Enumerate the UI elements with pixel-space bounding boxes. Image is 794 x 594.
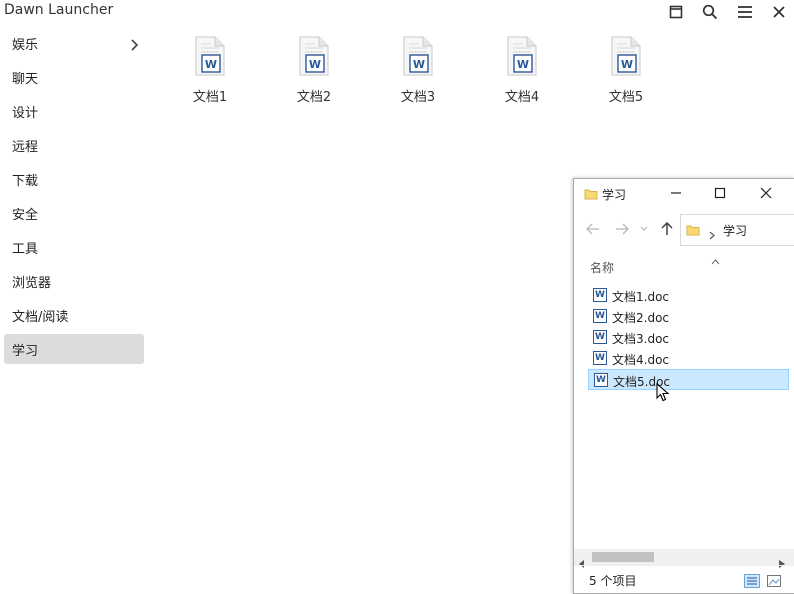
forward-button[interactable]: [614, 221, 630, 237]
arrow-left-icon: [586, 223, 599, 235]
arrow-right-icon: [616, 223, 629, 235]
sidebar-item-label: 安全: [12, 208, 39, 223]
svg-text:W: W: [413, 58, 425, 71]
file-label: 文档4: [504, 90, 540, 105]
sidebar-item-label: 聊天: [12, 72, 39, 87]
minimize-icon: [671, 192, 681, 194]
close-icon: [760, 187, 772, 199]
file-name: 文档2.doc: [612, 311, 670, 325]
word-document-icon: W: [195, 36, 225, 76]
chevron-right-icon: [130, 36, 139, 55]
word-document-icon: W: [594, 373, 608, 387]
sidebar-item-label: 设计: [12, 106, 39, 121]
word-document-icon: W: [403, 36, 433, 76]
word-document-icon: W: [593, 309, 607, 323]
maximize-button[interactable]: [666, 2, 686, 22]
sidebar-item-label: 文档/阅读: [12, 310, 69, 325]
sidebar-item-study[interactable]: 学习: [4, 334, 144, 364]
file-icon-doc2[interactable]: W 文档2: [284, 36, 344, 106]
file-icon-doc5[interactable]: W 文档5: [596, 36, 656, 106]
hamburger-menu-icon: [738, 6, 752, 18]
sidebar-item-browser[interactable]: 浏览器: [4, 266, 144, 296]
word-document-icon: W: [593, 351, 607, 365]
horizontal-scrollbar[interactable]: [574, 549, 794, 568]
list-item[interactable]: W 文档3.doc: [588, 327, 789, 348]
sidebar-item-remote[interactable]: 远程: [4, 130, 144, 160]
maximize-icon: [714, 187, 726, 199]
list-item-selected[interactable]: W 文档5.doc: [588, 369, 789, 390]
list-item[interactable]: W 文档2.doc: [588, 306, 789, 327]
sidebar-item-tools[interactable]: 工具: [4, 232, 144, 262]
word-document-icon: W: [299, 36, 329, 76]
sidebar-item-chat[interactable]: 聊天: [4, 62, 144, 92]
list-item[interactable]: W 文档4.doc: [588, 348, 789, 369]
close-icon: [773, 6, 785, 18]
explorer-minimize-button[interactable]: [664, 183, 688, 203]
file-icon-doc1[interactable]: W 文档1: [180, 36, 240, 106]
back-button[interactable]: [585, 221, 601, 237]
scrollbar-thumb[interactable]: [592, 552, 654, 562]
file-icon-doc4[interactable]: W 文档4: [492, 36, 552, 106]
up-button[interactable]: [659, 221, 675, 237]
column-header-name[interactable]: 名称: [590, 259, 614, 276]
word-document-icon: W: [507, 36, 537, 76]
address-bar[interactable]: 学习: [680, 214, 794, 246]
explorer-title: 学习: [602, 188, 627, 202]
word-document-icon: W: [611, 36, 641, 76]
item-count: 5 个项目: [589, 574, 637, 588]
file-label: 文档2: [296, 90, 332, 105]
sidebar-item-label: 工具: [12, 242, 39, 257]
app-title: Dawn Launcher: [4, 2, 114, 18]
file-name: 文档4.doc: [612, 353, 670, 367]
large-icons-view-icon[interactable]: [766, 573, 782, 592]
file-explorer-window: 学习 学习 名称 W 文档1.doc W 文档2.doc W 文档3.doc W…: [573, 178, 794, 594]
svg-text:W: W: [309, 58, 321, 71]
sidebar-item-entertainment[interactable]: 娱乐: [4, 28, 144, 58]
sidebar-item-security[interactable]: 安全: [4, 198, 144, 228]
arrow-up-icon: [661, 222, 673, 235]
folder-icon: [584, 186, 598, 205]
file-label: 文档5: [608, 90, 644, 105]
search-icon: [702, 4, 718, 20]
file-label: 文档1: [192, 90, 228, 105]
explorer-close-button[interactable]: [754, 183, 778, 203]
address-crumb[interactable]: 学习: [723, 222, 747, 239]
sidebar-item-label: 远程: [12, 140, 39, 155]
explorer-maximize-button[interactable]: [708, 183, 732, 203]
recent-locations-button[interactable]: [639, 221, 649, 237]
word-document-icon: W: [593, 330, 607, 344]
sort-chevron-up-icon: [711, 250, 720, 269]
search-button[interactable]: [700, 2, 720, 22]
file-icon-doc3[interactable]: W 文档3: [388, 36, 448, 106]
svg-text:W: W: [621, 58, 633, 71]
status-bar: 5 个项目: [574, 565, 794, 594]
sidebar-item-documents[interactable]: 文档/阅读: [4, 300, 144, 330]
chevron-right-icon: [709, 225, 715, 244]
maximize-icon: [669, 5, 683, 19]
sidebar-item-download[interactable]: 下载: [4, 164, 144, 194]
sidebar-item-label: 学习: [12, 344, 39, 359]
list-item[interactable]: W 文档1.doc: [588, 285, 789, 306]
mouse-cursor-icon: [656, 382, 670, 407]
close-button[interactable]: [769, 2, 789, 22]
chevron-down-icon: [640, 226, 648, 231]
folder-icon: [686, 222, 700, 241]
file-label: 文档3: [400, 90, 436, 105]
word-document-icon: W: [593, 288, 607, 302]
sidebar-item-label: 浏览器: [12, 276, 52, 291]
sidebar-item-label: 下载: [12, 174, 39, 189]
title-bar: Dawn Launcher: [0, 0, 794, 24]
file-name: 文档1.doc: [612, 290, 670, 304]
svg-text:W: W: [205, 58, 217, 71]
svg-text:W: W: [517, 58, 529, 71]
file-name: 文档3.doc: [612, 332, 670, 346]
menu-button[interactable]: [735, 2, 755, 22]
details-view-icon[interactable]: [744, 573, 760, 592]
sidebar-item-design[interactable]: 设计: [4, 96, 144, 126]
sidebar-item-label: 娱乐: [12, 38, 39, 53]
